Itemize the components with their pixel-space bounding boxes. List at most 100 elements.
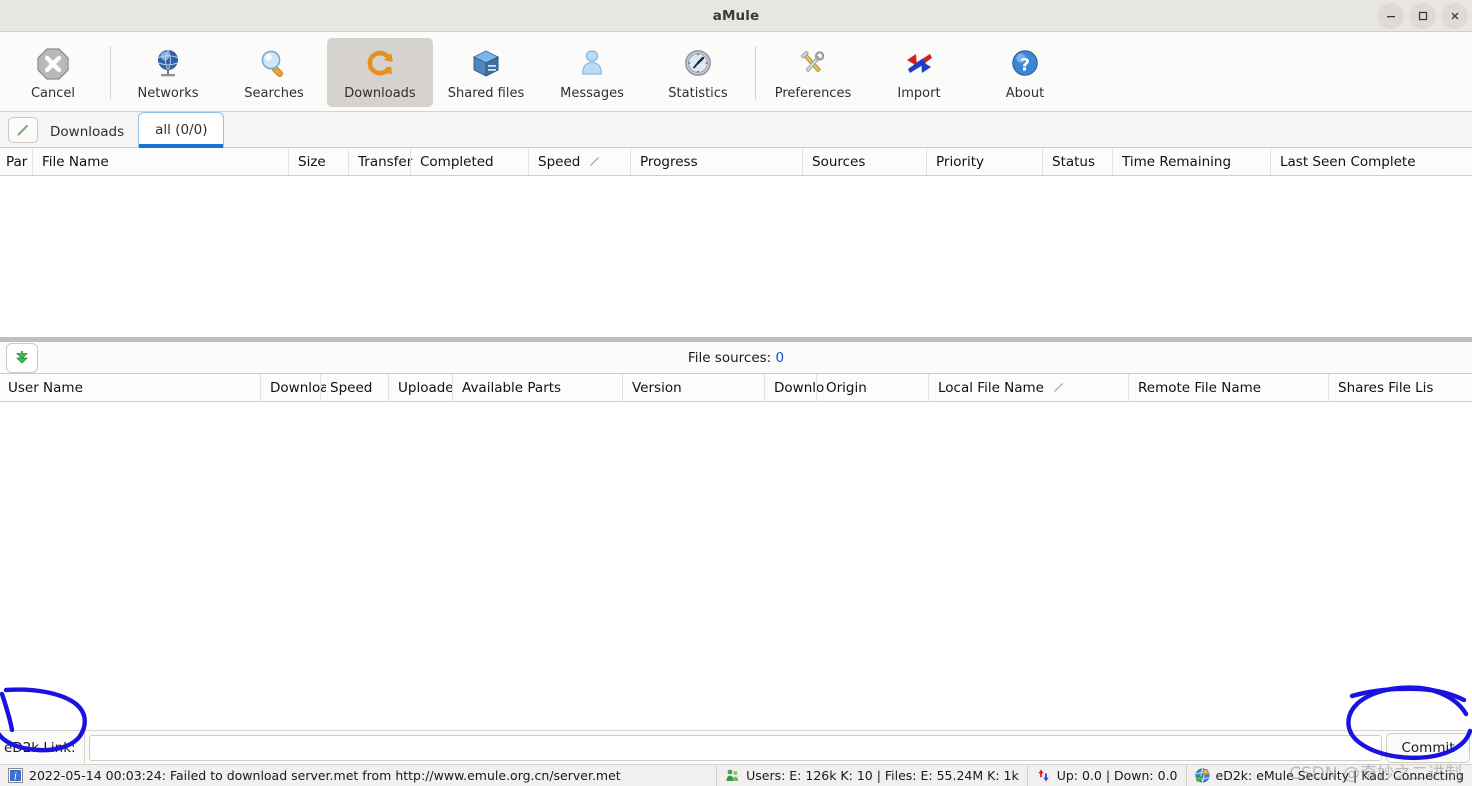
downloads-column-priority[interactable]: Priority: [936, 148, 1048, 175]
sources-column-divider[interactable]: [320, 374, 321, 401]
svg-text:?: ?: [1020, 56, 1030, 76]
downloads-column-speed[interactable]: Speed: [538, 148, 636, 175]
toolbar-button-statistics[interactable]: Statistics: [645, 38, 751, 107]
close-button[interactable]: [1442, 2, 1468, 29]
downloads-column-file-name[interactable]: File Name: [42, 148, 292, 175]
sources-column-divider[interactable]: [452, 374, 453, 401]
toolbar-label-shared-files: Shared files: [447, 86, 525, 101]
downloads-list[interactable]: [0, 176, 1472, 336]
toolbar-button-preferences[interactable]: Preferences: [760, 38, 866, 107]
sources-column-available-parts[interactable]: Available Parts: [462, 374, 628, 401]
sort-indicator-icon: [590, 157, 600, 166]
downloads-column-size[interactable]: Size: [298, 148, 354, 175]
close-icon: [1451, 12, 1459, 19]
minimize-button[interactable]: [1378, 2, 1404, 29]
sources-column-divider[interactable]: [816, 374, 817, 401]
magnifier-icon: [257, 44, 291, 84]
commit-button[interactable]: Commit: [1386, 732, 1470, 763]
sources-list[interactable]: [0, 402, 1472, 730]
cancel-icon: [36, 44, 70, 84]
toolbar-label-messages: Messages: [560, 86, 624, 101]
file-sources-bar: File sources: 0: [0, 342, 1472, 374]
status-bar: i 2022-05-14 00:03:24: Failed to downloa…: [0, 764, 1472, 786]
status-transfer-text: Up: 0.0 | Down: 0.0: [1056, 768, 1178, 783]
sources-column-divider[interactable]: [388, 374, 389, 401]
updown-icon: [1038, 769, 1049, 782]
sources-column-divider[interactable]: [622, 374, 623, 401]
downloads-column-completed[interactable]: Completed: [420, 148, 532, 175]
downloads-column-divider[interactable]: [288, 148, 289, 175]
status-users-text: Users: E: 126k K: 10 | Files: E: 55.24M …: [746, 768, 1019, 783]
downloads-column-divider[interactable]: [1112, 148, 1113, 175]
downloads-column-divider[interactable]: [410, 148, 411, 175]
sources-column-version[interactable]: Version: [632, 374, 770, 401]
column-label: Last Seen Complete: [1280, 153, 1416, 170]
column-label: Speed: [330, 379, 373, 396]
toolbar-button-searches[interactable]: Searches: [221, 38, 327, 107]
toolbar-button-networks[interactable]: Networks: [115, 38, 221, 107]
column-label: Available Parts: [462, 379, 562, 396]
downloads-column-sources[interactable]: Sources: [812, 148, 932, 175]
sources-column-divider[interactable]: [260, 374, 261, 401]
maximize-button[interactable]: [1410, 2, 1436, 29]
sources-column-divider[interactable]: [1328, 374, 1329, 401]
tab-all[interactable]: all (0/0): [138, 112, 225, 148]
toolbar-button-cancel[interactable]: Cancel: [0, 38, 106, 107]
column-label: Transfer: [358, 153, 413, 170]
sources-column-uploade[interactable]: Uploade: [398, 374, 458, 401]
toolbar-button-shared-files[interactable]: Shared files: [433, 38, 539, 107]
globe-icon: [151, 44, 185, 84]
downloads-column-transfer[interactable]: Transfer: [358, 148, 416, 175]
toolbar-button-about[interactable]: ? About: [972, 38, 1078, 107]
toolbar-separator-1: [110, 46, 111, 99]
sources-column-origin[interactable]: Origin: [826, 374, 934, 401]
toolbar-label-searches: Searches: [244, 86, 304, 101]
tools-icon: [796, 44, 830, 84]
window-controls: [1378, 2, 1472, 29]
downloads-column-divider[interactable]: [528, 148, 529, 175]
minimize-icon: [1387, 15, 1395, 17]
maximize-icon: [1418, 11, 1428, 20]
downloads-tabstrip: Downloads all (0/0): [0, 112, 1472, 148]
status-message-cell: i 2022-05-14 00:03:24: Failed to downloa…: [0, 765, 716, 786]
downloads-column-divider[interactable]: [630, 148, 631, 175]
downloads-column-divider[interactable]: [1270, 148, 1271, 175]
column-label: Speed: [538, 153, 581, 170]
downloads-column-time-remaining[interactable]: Time Remaining: [1122, 148, 1274, 175]
downloads-column-divider[interactable]: [926, 148, 927, 175]
sources-column-shares-file-lis[interactable]: Shares File Lis: [1338, 374, 1466, 401]
ed2k-link-row: eD2k Link: Commit: [0, 730, 1472, 764]
file-sources-text: File sources:: [687, 349, 776, 366]
downloads-edit-chip-button[interactable]: [8, 117, 38, 143]
tab-all-label: all (0/0): [155, 122, 208, 138]
sources-column-downloa[interactable]: Downloa: [270, 374, 326, 401]
downloads-column-divider[interactable]: [32, 148, 33, 175]
downloads-column-progress[interactable]: Progress: [640, 148, 808, 175]
sources-column-divider[interactable]: [764, 374, 765, 401]
sources-column-speed[interactable]: Speed: [330, 374, 394, 401]
toolbar-button-messages[interactable]: Messages: [539, 38, 645, 107]
toolbar-label-about: About: [1005, 86, 1045, 101]
sources-column-user-name[interactable]: User Name: [8, 374, 266, 401]
amule-window: aMule Cancel Networks Searches Downloads…: [0, 0, 1472, 786]
downloads-column-divider[interactable]: [802, 148, 803, 175]
toolbar-button-import[interactable]: Import: [866, 38, 972, 107]
column-label: Par: [6, 153, 28, 170]
downloads-column-divider[interactable]: [1042, 148, 1043, 175]
toolbar-button-downloads[interactable]: Downloads: [327, 38, 433, 107]
csdn-watermark: CSDN @奇妙之二进制: [1289, 764, 1462, 784]
sources-column-remote-file-name[interactable]: Remote File Name: [1138, 374, 1334, 401]
ed2k-link-input[interactable]: [88, 734, 1382, 761]
svg-text:i: i: [14, 771, 17, 782]
sources-column-header: User Name Downloa Speed Uploade Available Pa…: [0, 374, 1472, 402]
sources-column-local-file-name[interactable]: Local File Name: [938, 374, 1134, 401]
toolbar-separator-2: [755, 46, 756, 99]
downloads-column-divider[interactable]: [348, 148, 349, 175]
window-title: aMule: [712, 7, 760, 24]
downloads-column-last-seen-complete[interactable]: Last Seen Complete: [1280, 148, 1466, 175]
sources-column-divider[interactable]: [928, 374, 929, 401]
sources-column-divider[interactable]: [1128, 374, 1129, 401]
downloads-column-par[interactable]: Par: [6, 148, 38, 175]
pencil-icon: [17, 125, 28, 136]
downloads-column-status[interactable]: Status: [1052, 148, 1118, 175]
